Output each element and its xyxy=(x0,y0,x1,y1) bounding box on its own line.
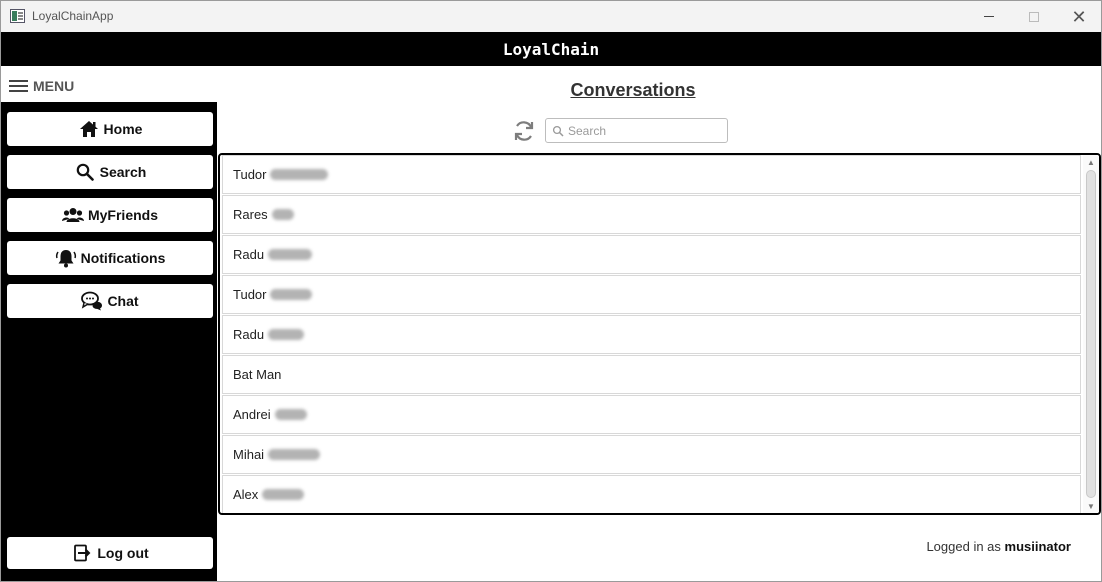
conversation-row[interactable]: Alex xyxy=(222,475,1081,513)
minimize-button[interactable] xyxy=(966,1,1012,32)
search-box[interactable] xyxy=(545,118,728,143)
contact-name: Tudor xyxy=(233,167,267,182)
redacted-last-name xyxy=(271,209,294,220)
logout-icon xyxy=(71,543,93,563)
redacted-last-name xyxy=(268,329,305,340)
conversation-row[interactable]: Radu xyxy=(222,315,1081,354)
conversation-row[interactable]: Rares xyxy=(222,195,1081,234)
redacted-last-name xyxy=(268,449,321,460)
contact-name: Bat Man xyxy=(233,367,282,382)
redacted-last-name xyxy=(270,169,329,180)
scroll-up-icon[interactable]: ▲ xyxy=(1083,155,1099,169)
menu-label: MENU xyxy=(33,78,75,94)
logged-in-username: musiinator xyxy=(1004,539,1071,554)
myfriends-button[interactable]: MyFriends xyxy=(7,198,213,232)
minimize-icon xyxy=(984,16,994,17)
chat-button[interactable]: Chat xyxy=(7,284,213,318)
app-title: LoyalChain xyxy=(502,39,600,59)
conversation-row[interactable]: Radu xyxy=(222,235,1081,274)
contact-name: Radu xyxy=(233,247,265,262)
search-nav-button[interactable]: Search xyxy=(7,155,213,189)
app-icon xyxy=(10,9,25,23)
contact-name: Rares xyxy=(233,207,268,222)
window-title: LoyalChainApp xyxy=(32,9,114,23)
redacted-last-name xyxy=(274,409,307,420)
redacted-last-name xyxy=(262,489,305,500)
contact-name: Andrei xyxy=(233,407,271,422)
contact-name: Alex xyxy=(233,487,259,502)
close-button[interactable]: ✕ xyxy=(1056,1,1101,32)
home-label: Home xyxy=(103,121,143,137)
sidebar: Home Search MyFriends Notifications Chat xyxy=(1,102,217,581)
login-status: Logged in as musiinator xyxy=(901,539,1071,554)
scroll-down-icon[interactable]: ▼ xyxy=(1083,499,1099,513)
bell-icon xyxy=(55,248,77,268)
refresh-icon[interactable] xyxy=(512,119,536,143)
maximize-icon xyxy=(1029,11,1039,22)
chat-icon xyxy=(81,291,103,311)
conversation-row[interactable]: Mihai xyxy=(222,435,1081,474)
redacted-last-name xyxy=(270,289,313,300)
app-window: LoyalChainApp ✕ LoyalChain MENU Home Sea… xyxy=(0,0,1102,582)
search-nav-label: Search xyxy=(99,164,147,180)
conversation-list[interactable]: Tudor Rares Radu Tudor Radu Bat Man Andr… xyxy=(218,153,1101,515)
notifications-label: Notifications xyxy=(80,250,166,266)
login-status-prefix: Logged in as xyxy=(926,539,1001,554)
notifications-button[interactable]: Notifications xyxy=(7,241,213,275)
search-input[interactable] xyxy=(568,123,718,138)
conversation-row[interactable]: Tudor xyxy=(222,275,1081,314)
page-title: Conversations xyxy=(570,80,696,100)
home-icon xyxy=(78,119,100,139)
conversation-row[interactable]: Bat Man xyxy=(222,355,1081,394)
conversation-row[interactable]: Tudor xyxy=(222,155,1081,194)
contact-name: Tudor xyxy=(233,287,267,302)
contact-name: Radu xyxy=(233,327,265,342)
close-icon: ✕ xyxy=(1071,6,1087,27)
friends-icon xyxy=(61,205,84,225)
scroll-thumb[interactable] xyxy=(1086,170,1096,498)
title-bar: LoyalChainApp ✕ xyxy=(1,1,1101,32)
scrollbar[interactable]: ▲ ▼ xyxy=(1083,155,1099,513)
conversation-row[interactable]: Andrei xyxy=(222,395,1081,434)
maximize-button[interactable] xyxy=(1011,1,1057,32)
chat-label: Chat xyxy=(107,293,139,309)
redacted-last-name xyxy=(268,249,313,260)
search-icon xyxy=(74,162,96,182)
contact-name: Mihai xyxy=(233,447,265,462)
logout-button[interactable]: Log out xyxy=(7,537,213,569)
logout-label: Log out xyxy=(97,545,149,561)
home-button[interactable]: Home xyxy=(7,112,213,146)
search-field-icon xyxy=(552,125,564,137)
myfriends-label: MyFriends xyxy=(87,207,158,223)
hamburger-icon xyxy=(9,79,28,93)
menu-toggle[interactable]: MENU xyxy=(9,77,74,95)
app-header: LoyalChain xyxy=(1,32,1101,66)
